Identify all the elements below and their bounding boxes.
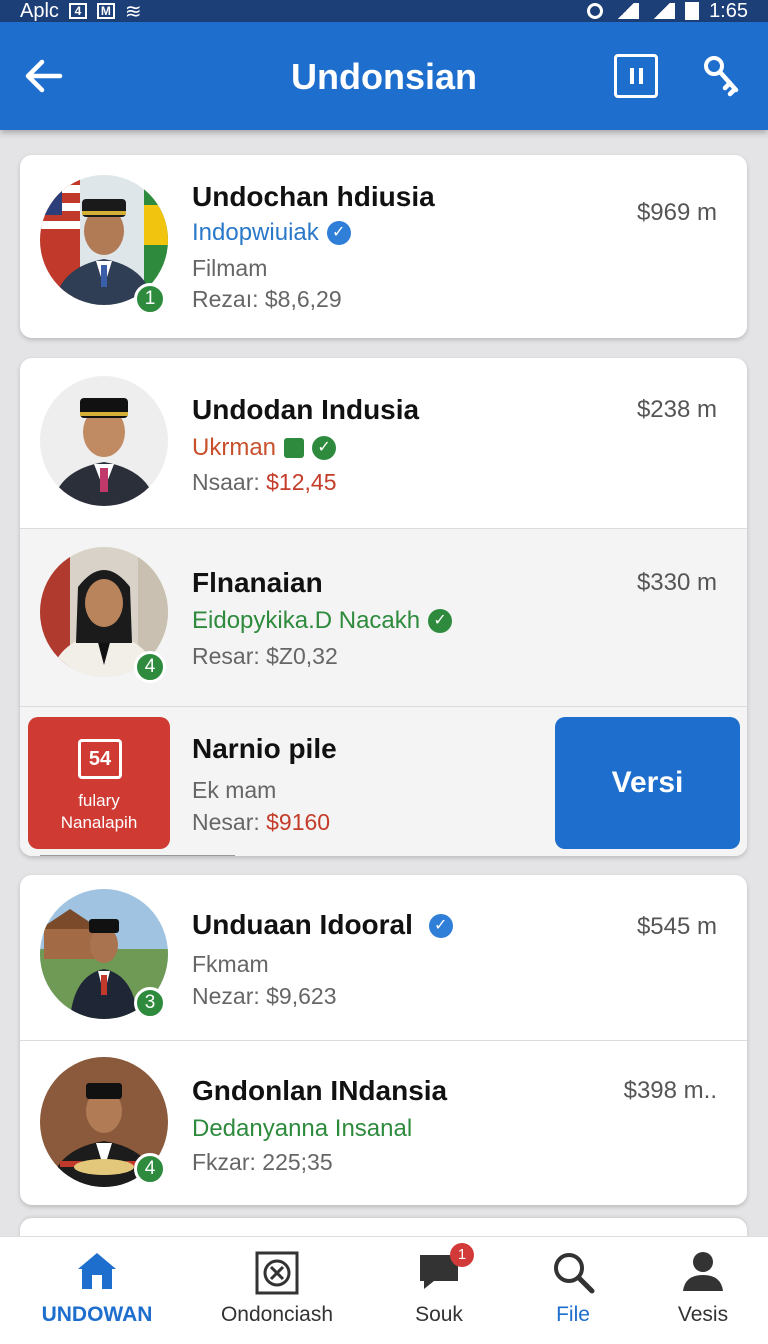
list-item[interactable]: 1 Undochan hdiusia Indopwiuiak ✓ Filmam … — [20, 155, 747, 338]
search-icon — [554, 1253, 595, 1294]
count-badge: 4 — [134, 1153, 166, 1185]
nav-label: Vesis — [677, 1303, 729, 1326]
price-value: $8,6,29 — [264, 286, 342, 312]
tile-label-1: fulary — [78, 791, 120, 810]
card-3: 3 Unduaan Idooral ✓ Fkmam Nezar: $9,623 … — [20, 875, 747, 1205]
item-name: Undochan hdiusia — [192, 181, 435, 212]
item-price: Resar: $Z0,32 — [192, 643, 338, 670]
price-label: Fkzar: — [192, 1149, 256, 1175]
wifi-icon: ≋ — [124, 0, 142, 23]
price-value: $Z0,32 — [266, 643, 338, 669]
home-icon — [78, 1253, 116, 1289]
tile-label-2: Nanalapih — [60, 813, 138, 832]
item-name-text: Unduaan Idooral — [192, 909, 413, 940]
price-label: Nezar: — [192, 983, 260, 1009]
item-meta: Filmam — [192, 255, 268, 281]
nav-item-souk[interactable]: 1 Souk — [364, 1237, 514, 1344]
item-name: Undodan Indusia — [192, 394, 420, 425]
item-amount: $238 m — [636, 396, 717, 423]
card-1: 1 Undochan hdiusia Indopwiuiak ✓ Filmam … — [20, 155, 747, 338]
item-price: Rezaı: $8,6,29 — [192, 286, 342, 313]
list-item[interactable]: 4 Flnanaian Eidopykika.D Nacakh ✓ Resar:… — [20, 528, 747, 706]
price-label: Nesar: — [192, 809, 260, 835]
count-badge: 1 — [134, 283, 166, 315]
item-subtitle-text: Eidopykika.D Nacakh — [192, 607, 421, 634]
nav-label: Ondonciash — [220, 1303, 334, 1326]
item-subtitle-text: Ukrman — [192, 434, 277, 461]
versi-button[interactable]: Versi — [555, 717, 740, 849]
item-price: Fkzar: 225;35 — [192, 1149, 333, 1176]
card-2: Undodan Indusia Ukrman ✓ Nsaar: $12,45 $… — [20, 358, 747, 856]
count-badge: 3 — [134, 987, 166, 1019]
nav-label: File — [556, 1303, 590, 1326]
nav-item-file[interactable]: File — [498, 1237, 648, 1344]
item-amount: $330 m — [636, 569, 717, 596]
app-bar: Undonsian — [0, 22, 768, 130]
item-subtitle-text: Indopwiuiak — [192, 219, 319, 246]
price-value: 225;35 — [262, 1149, 333, 1175]
signal-icon — [613, 3, 640, 19]
verified-icon: ✓ — [326, 221, 351, 245]
status-time: 1:65 — [709, 0, 748, 22]
item-amount: $545 m — [636, 913, 717, 940]
nav-item-vesis[interactable]: Vesis — [628, 1237, 768, 1344]
delete-action-tile[interactable]: 54 fulary Nanalapih — [28, 717, 170, 849]
status-box-icon: 4 — [68, 3, 87, 19]
price-value: $9,623 — [266, 983, 337, 1009]
item-subtitle-text: Dedanyanna Insanal — [192, 1115, 413, 1142]
tag-icon — [284, 438, 305, 458]
status-m-icon: M — [96, 3, 115, 19]
pause-button[interactable] — [614, 54, 658, 98]
key-icon[interactable] — [700, 52, 744, 100]
list-item[interactable]: Undodan Indusia Ukrman ✓ Nsaar: $12,45 $… — [20, 358, 747, 528]
price-label: Nsaar: — [192, 469, 260, 495]
alarm-icon — [587, 3, 604, 19]
nav-label: UNDOWAN — [41, 1303, 153, 1326]
nav-item-home[interactable]: UNDOWAN — [22, 1237, 172, 1344]
verified-icon: ✓ — [428, 609, 453, 633]
notification-badge: 1 — [450, 1243, 474, 1267]
battery-icon — [685, 2, 700, 20]
status-bar: Aplc 4 M ≋ 1:65 — [0, 0, 768, 23]
nav-item-ondonciash[interactable]: Ondonciash — [202, 1237, 352, 1344]
next-card-peek — [20, 1218, 747, 1238]
price-value: $9160 — [266, 809, 331, 835]
item-price: Nsaar: $12,45 — [192, 469, 337, 496]
item-name: Unduaan Idooral ✓ — [192, 909, 453, 941]
status-carrier: Aplc — [20, 0, 59, 22]
close-box-icon — [255, 1251, 299, 1295]
item-meta: Ek mam — [192, 777, 277, 803]
list-item[interactable]: 4 Gndonlan INdansia Dedanyanna Insanal F… — [20, 1040, 747, 1205]
person-icon — [683, 1252, 723, 1291]
item-meta: Fkmam — [192, 951, 269, 977]
price-label: Resar: — [192, 643, 260, 669]
item-subtitle: Ukrman ✓ — [192, 434, 337, 462]
item-price: Nezar: $9,623 — [192, 983, 337, 1010]
list-item[interactable]: 3 Unduaan Idooral ✓ Fkmam Nezar: $9,623 … — [20, 875, 747, 1040]
item-price: Nesar: $9160 — [192, 809, 330, 836]
signal-icon-2 — [649, 3, 676, 19]
swipe-indicator — [40, 855, 235, 856]
item-name: Flnanaian — [192, 567, 323, 598]
price-label: Rezaı: — [192, 286, 259, 312]
item-subtitle: Indopwiuiak ✓ — [192, 219, 351, 247]
item-subtitle: Eidopykika.D Nacakh ✓ — [192, 607, 453, 635]
item-subtitle: Dedanyanna Insanal — [192, 1115, 412, 1143]
count-badge: 4 — [134, 651, 166, 683]
item-amount: $969 m — [636, 199, 717, 226]
verified-icon: ✓ — [312, 436, 337, 460]
item-name: Narnio pile — [192, 733, 337, 764]
item-amount: $398 m.. — [623, 1077, 717, 1104]
bottom-nav: UNDOWAN Ondonciash 1 Souk File Vesis — [0, 1236, 768, 1344]
nav-label: Souk — [415, 1303, 463, 1326]
avatar — [40, 376, 168, 506]
price-value: $12,45 — [266, 469, 337, 495]
verified-icon: ✓ — [428, 914, 453, 938]
item-name: Gndonlan INdansia — [192, 1075, 448, 1106]
calendar-icon: 54 — [78, 739, 122, 779]
list-item-swiped[interactable]: 54 fulary Nanalapih Narnio pile Ek mam N… — [20, 706, 747, 856]
